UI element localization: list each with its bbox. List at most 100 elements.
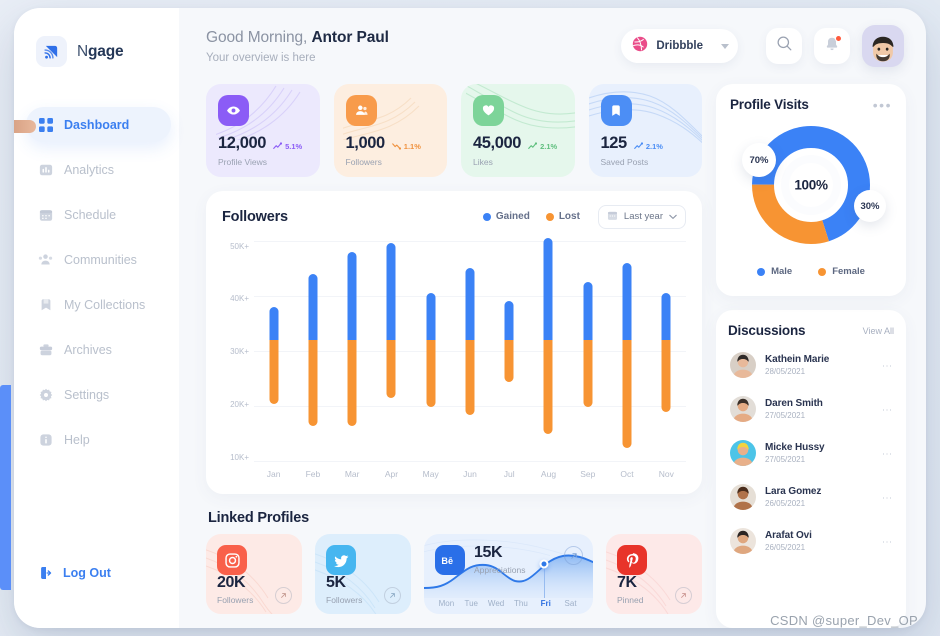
bar-segment-lost: [543, 340, 553, 435]
briefcase-icon: [38, 342, 53, 357]
sidebar-item-label: Analytics: [64, 162, 115, 177]
linked-profile-card-instagram[interactable]: 20K Followers: [206, 534, 302, 614]
kebab-menu-icon[interactable]: ⋮: [881, 361, 892, 370]
y-tick: 30K+: [230, 347, 249, 357]
bar-segment-gained: [622, 262, 632, 341]
discussion-text: Micke Hussy 27/05/2021: [765, 442, 873, 464]
bar-segment-gained: [386, 243, 396, 341]
bar: [583, 282, 593, 407]
y-tick: 20K+: [230, 400, 249, 410]
bar-segment-gained: [347, 251, 357, 341]
bar-segment-lost: [426, 340, 436, 407]
stat-label: Profile Views: [218, 156, 267, 167]
more-horizontal-icon[interactable]: •••: [873, 98, 892, 112]
legend-dot: [818, 267, 827, 276]
notification-badge: [835, 35, 842, 42]
discussion-row[interactable]: Daren Smith 27/05/2021 ⋮: [728, 388, 894, 430]
view-all-link[interactable]: View All: [863, 326, 894, 336]
linked-profile-card-twitter[interactable]: 5K Followers: [315, 534, 411, 614]
chart-plot: 50K+ 40K+ 30K+ 20K+ 10K+ Jan Feb Mar Apr May…: [222, 235, 686, 485]
sidebar-item-label: Help: [64, 432, 90, 447]
x-tick: Aug: [540, 469, 557, 479]
gear-icon: [38, 387, 53, 402]
account-selector[interactable]: Dribbble: [621, 29, 738, 63]
behance-header: Bē 15K Appreciations: [435, 545, 582, 575]
legend-lost: Lost: [545, 211, 580, 222]
discussion-row[interactable]: Lara Gomez 26/05/2021 ⋮: [728, 476, 894, 518]
sidebar-item-analytics[interactable]: Analytics: [26, 152, 167, 187]
bar-segment-gained: [504, 301, 514, 341]
stat-card-likes[interactable]: 45,000 2.1% Likes: [461, 84, 575, 177]
linked-profile-card-pinterest[interactable]: 7K Pinned: [606, 534, 702, 614]
people-icon: [38, 252, 53, 267]
stat-card-followers[interactable]: 1,000 1.1% Followers: [333, 84, 447, 177]
x-axis: Jan Feb Mar Apr May Jun Jul Aug Sep Oct Nov: [254, 464, 686, 484]
greeting-line: Good Morning, Antor Paul: [206, 29, 609, 47]
sidebar-item-my-collections[interactable]: My Collections: [26, 287, 167, 322]
sidebar-item-communities[interactable]: Communities: [26, 242, 167, 277]
sidebar-item-schedule[interactable]: Schedule: [26, 197, 167, 232]
stat-card-profile-views[interactable]: 12,000 5.1% Profile Views: [206, 84, 320, 177]
date-range-label: Last year: [623, 211, 663, 222]
bar-column: [647, 241, 686, 463]
discussion-row[interactable]: Arafat Ovi 26/05/2021 ⋮: [728, 520, 894, 562]
bar: [269, 306, 279, 404]
sidebar-item-archives[interactable]: Archives: [26, 332, 167, 367]
discussion-name: Arafat Ovi: [765, 530, 812, 541]
bar: [386, 243, 396, 399]
brand-logo[interactable]: Ngage: [14, 30, 179, 67]
stat-value: 1,000: [345, 134, 386, 152]
discussion-row[interactable]: Kathein Marie 28/05/2021 ⋮: [728, 344, 894, 386]
bookmark-icon: [38, 297, 53, 312]
legend-dot: [757, 267, 766, 276]
stat-trend: 2.1%: [634, 142, 663, 151]
kebab-menu-icon[interactable]: ⋮: [881, 405, 892, 414]
bar: [347, 251, 357, 426]
stat-value-row: 125 2.1%: [601, 135, 691, 152]
avatar: [730, 528, 756, 554]
discussions-list: Kathein Marie 28/05/2021 ⋮ Daren Smith 27/05…: [728, 344, 894, 562]
kebab-menu-icon[interactable]: ⋮: [881, 493, 892, 502]
bar-segment-lost: [386, 340, 396, 399]
arrow-up-right-icon[interactable]: [275, 587, 292, 604]
arrow-up-right-icon[interactable]: [384, 587, 401, 604]
notifications-button[interactable]: [814, 28, 850, 64]
logout-button[interactable]: Log Out: [38, 565, 111, 580]
chart-title: Followers: [222, 208, 288, 225]
pinterest-icon: [617, 545, 647, 575]
sidebar-item-help[interactable]: Help: [26, 422, 167, 457]
arrow-up-right-icon[interactable]: [675, 587, 692, 604]
stat-value-row: 1,000 1.1%: [346, 135, 436, 152]
avatar: [730, 352, 756, 378]
legend-male: Male: [757, 266, 792, 277]
main-area: Good Morning, Antor Paul Your overview i…: [179, 8, 926, 628]
stat-card-saved-posts[interactable]: 125 2.1% Saved Posts: [588, 84, 702, 177]
avatar[interactable]: [862, 25, 904, 67]
stat-trend: 2.1%: [528, 142, 557, 151]
legend-label: Lost: [558, 211, 580, 222]
chevron-down-icon[interactable]: [721, 43, 729, 49]
y-tick: 40K+: [230, 294, 249, 304]
bar-column: [568, 241, 607, 463]
profile-visits-header: Profile Visits •••: [730, 97, 892, 112]
watermark: CSDN @super_Dev_OP: [770, 613, 918, 628]
bar: [465, 268, 475, 415]
arrow-up-right-icon[interactable]: [564, 546, 583, 565]
date-range-selector[interactable]: Last year: [597, 204, 686, 229]
day-label: Sat: [564, 599, 577, 608]
sidebar-item-settings[interactable]: Settings: [26, 377, 167, 412]
kebab-menu-icon[interactable]: ⋮: [881, 537, 892, 546]
discussion-name: Micke Hussy: [765, 442, 825, 453]
linked-profile-card-behance[interactable]: Bē 15K Appreciations Mon Tue Wed Thu Fri…: [424, 534, 593, 614]
legend-gained: Gained: [482, 211, 530, 222]
day-label: Mon: [438, 599, 455, 608]
search-button[interactable]: [766, 28, 802, 64]
bar: [308, 273, 318, 426]
discussion-row[interactable]: Micke Hussy 27/05/2021 ⋮: [728, 432, 894, 474]
bar-segment-gained: [543, 237, 553, 341]
bar-column: [411, 241, 450, 463]
sidebar-item-dashboard[interactable]: Dashboard: [26, 107, 171, 142]
kebab-menu-icon[interactable]: ⋮: [881, 449, 892, 458]
discussion-date: 28/05/2021: [765, 367, 806, 376]
bar-segment-gained: [661, 293, 671, 341]
